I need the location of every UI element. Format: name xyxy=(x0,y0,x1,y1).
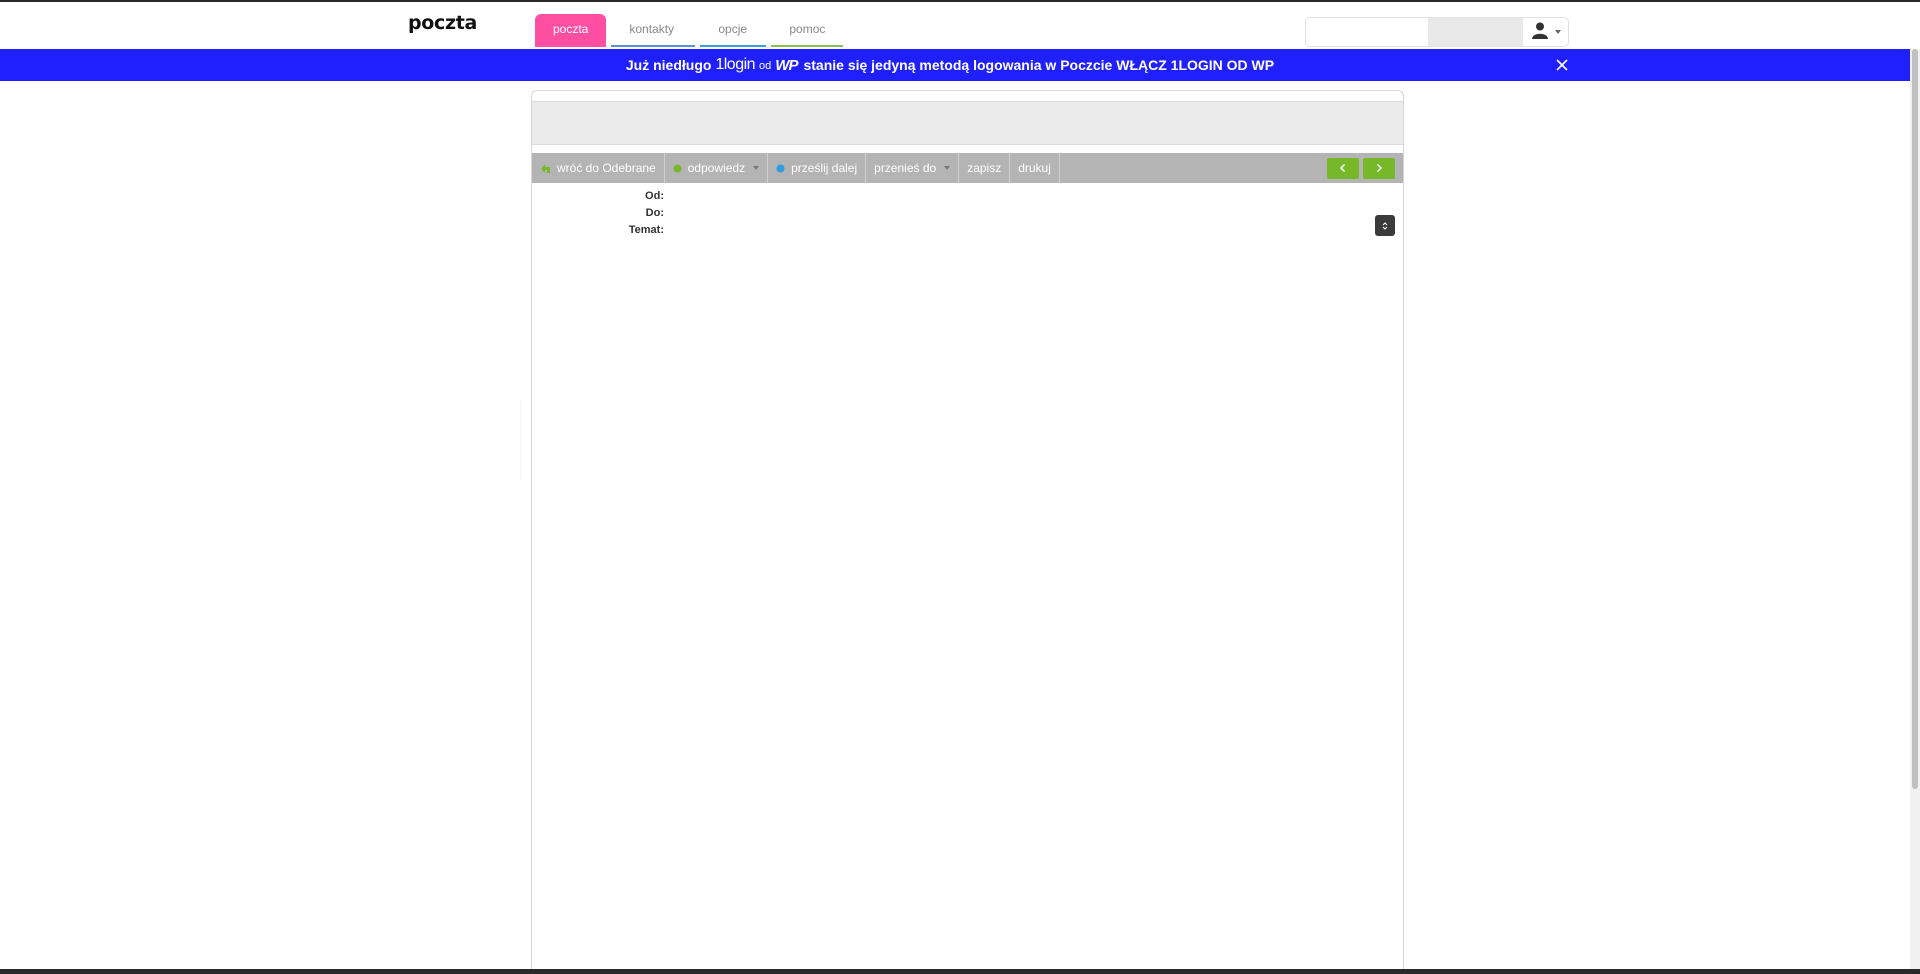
app-logo[interactable]: poczta xyxy=(408,12,477,34)
print-label: drukuj xyxy=(1018,161,1051,175)
tab-poczta[interactable]: poczta xyxy=(535,14,607,47)
window-top-border xyxy=(0,0,1920,2)
user-icon xyxy=(1531,21,1549,44)
wp-logo: WP xyxy=(775,56,798,74)
search-input[interactable] xyxy=(1306,18,1428,46)
forward-label: prześlij dalej xyxy=(791,161,858,175)
window-bottom-border xyxy=(0,969,1920,974)
forward-button[interactable]: prześlij dalej xyxy=(768,153,867,183)
main-nav: poczta kontakty opcje pomoc xyxy=(535,14,848,47)
move-to-button[interactable]: przenieś do xyxy=(866,153,960,183)
scrollbar-thumb[interactable] xyxy=(1912,49,1918,789)
reply-label: odpowiedz xyxy=(687,161,746,175)
user-menu-button[interactable] xyxy=(1523,18,1568,46)
reply-icon xyxy=(673,164,682,173)
back-to-inbox-button[interactable]: wróć do Odebrane xyxy=(532,153,665,183)
close-icon[interactable] xyxy=(1553,56,1571,74)
chevron-down-icon xyxy=(1554,30,1561,34)
back-label: wróć do Odebrane xyxy=(557,161,656,175)
reply-button[interactable]: odpowiedz xyxy=(665,153,769,183)
expand-headers-button[interactable] xyxy=(1375,215,1395,236)
divider xyxy=(520,400,521,480)
subject-row: Temat: xyxy=(532,221,1403,238)
back-arrow-icon xyxy=(540,163,551,174)
move-label: przenieś do xyxy=(874,161,937,175)
save-button[interactable]: zapisz xyxy=(959,153,1011,183)
from-row: Od: xyxy=(532,187,1403,204)
expand-headers-icon xyxy=(1381,217,1389,235)
tab-pomoc[interactable]: pomoc xyxy=(771,14,844,47)
banner-od-text: od xyxy=(759,60,772,72)
print-button[interactable]: drukuj xyxy=(1010,153,1060,183)
banner-text-before: Już niedługo xyxy=(625,57,716,73)
message-panel: wróć do Odebrane odpowiedz prześlij dale… xyxy=(531,90,1404,974)
tab-opcje[interactable]: opcje xyxy=(700,14,767,47)
user-name-field[interactable] xyxy=(1428,18,1523,46)
save-label: zapisz xyxy=(967,161,1002,175)
to-row: Do: xyxy=(532,204,1403,221)
to-label: Do: xyxy=(645,207,664,219)
banner-message[interactable]: Już niedługo 1login od WP stanie się jed… xyxy=(626,56,1274,74)
message-headers: Od: Do: Temat: xyxy=(532,187,1403,238)
message-header-bar xyxy=(532,101,1403,145)
subject-label: Temat: xyxy=(628,224,664,236)
announcement-banner: Już niedługo 1login od WP stanie się jed… xyxy=(0,49,1910,81)
dropdown-arrow-icon[interactable] xyxy=(753,165,760,171)
previous-message-button[interactable] xyxy=(1327,158,1359,179)
onelogin-logo: 1login xyxy=(715,56,756,73)
user-panel xyxy=(1305,17,1569,47)
from-label: Od: xyxy=(645,190,664,202)
forward-icon xyxy=(776,164,785,173)
arrow-left-icon xyxy=(1338,160,1348,178)
page-scrollbar[interactable] xyxy=(1910,49,1920,969)
message-toolbar: wróć do Odebrane odpowiedz prześlij dale… xyxy=(532,153,1403,183)
next-message-button[interactable] xyxy=(1363,158,1395,179)
arrow-right-icon xyxy=(1374,160,1384,178)
dropdown-arrow-icon[interactable] xyxy=(944,165,951,171)
message-nav-arrows xyxy=(1327,158,1395,179)
tab-kontakty[interactable]: kontakty xyxy=(611,14,696,47)
banner-text-after: stanie się jedyną metodą logowania w Poc… xyxy=(803,57,1275,73)
